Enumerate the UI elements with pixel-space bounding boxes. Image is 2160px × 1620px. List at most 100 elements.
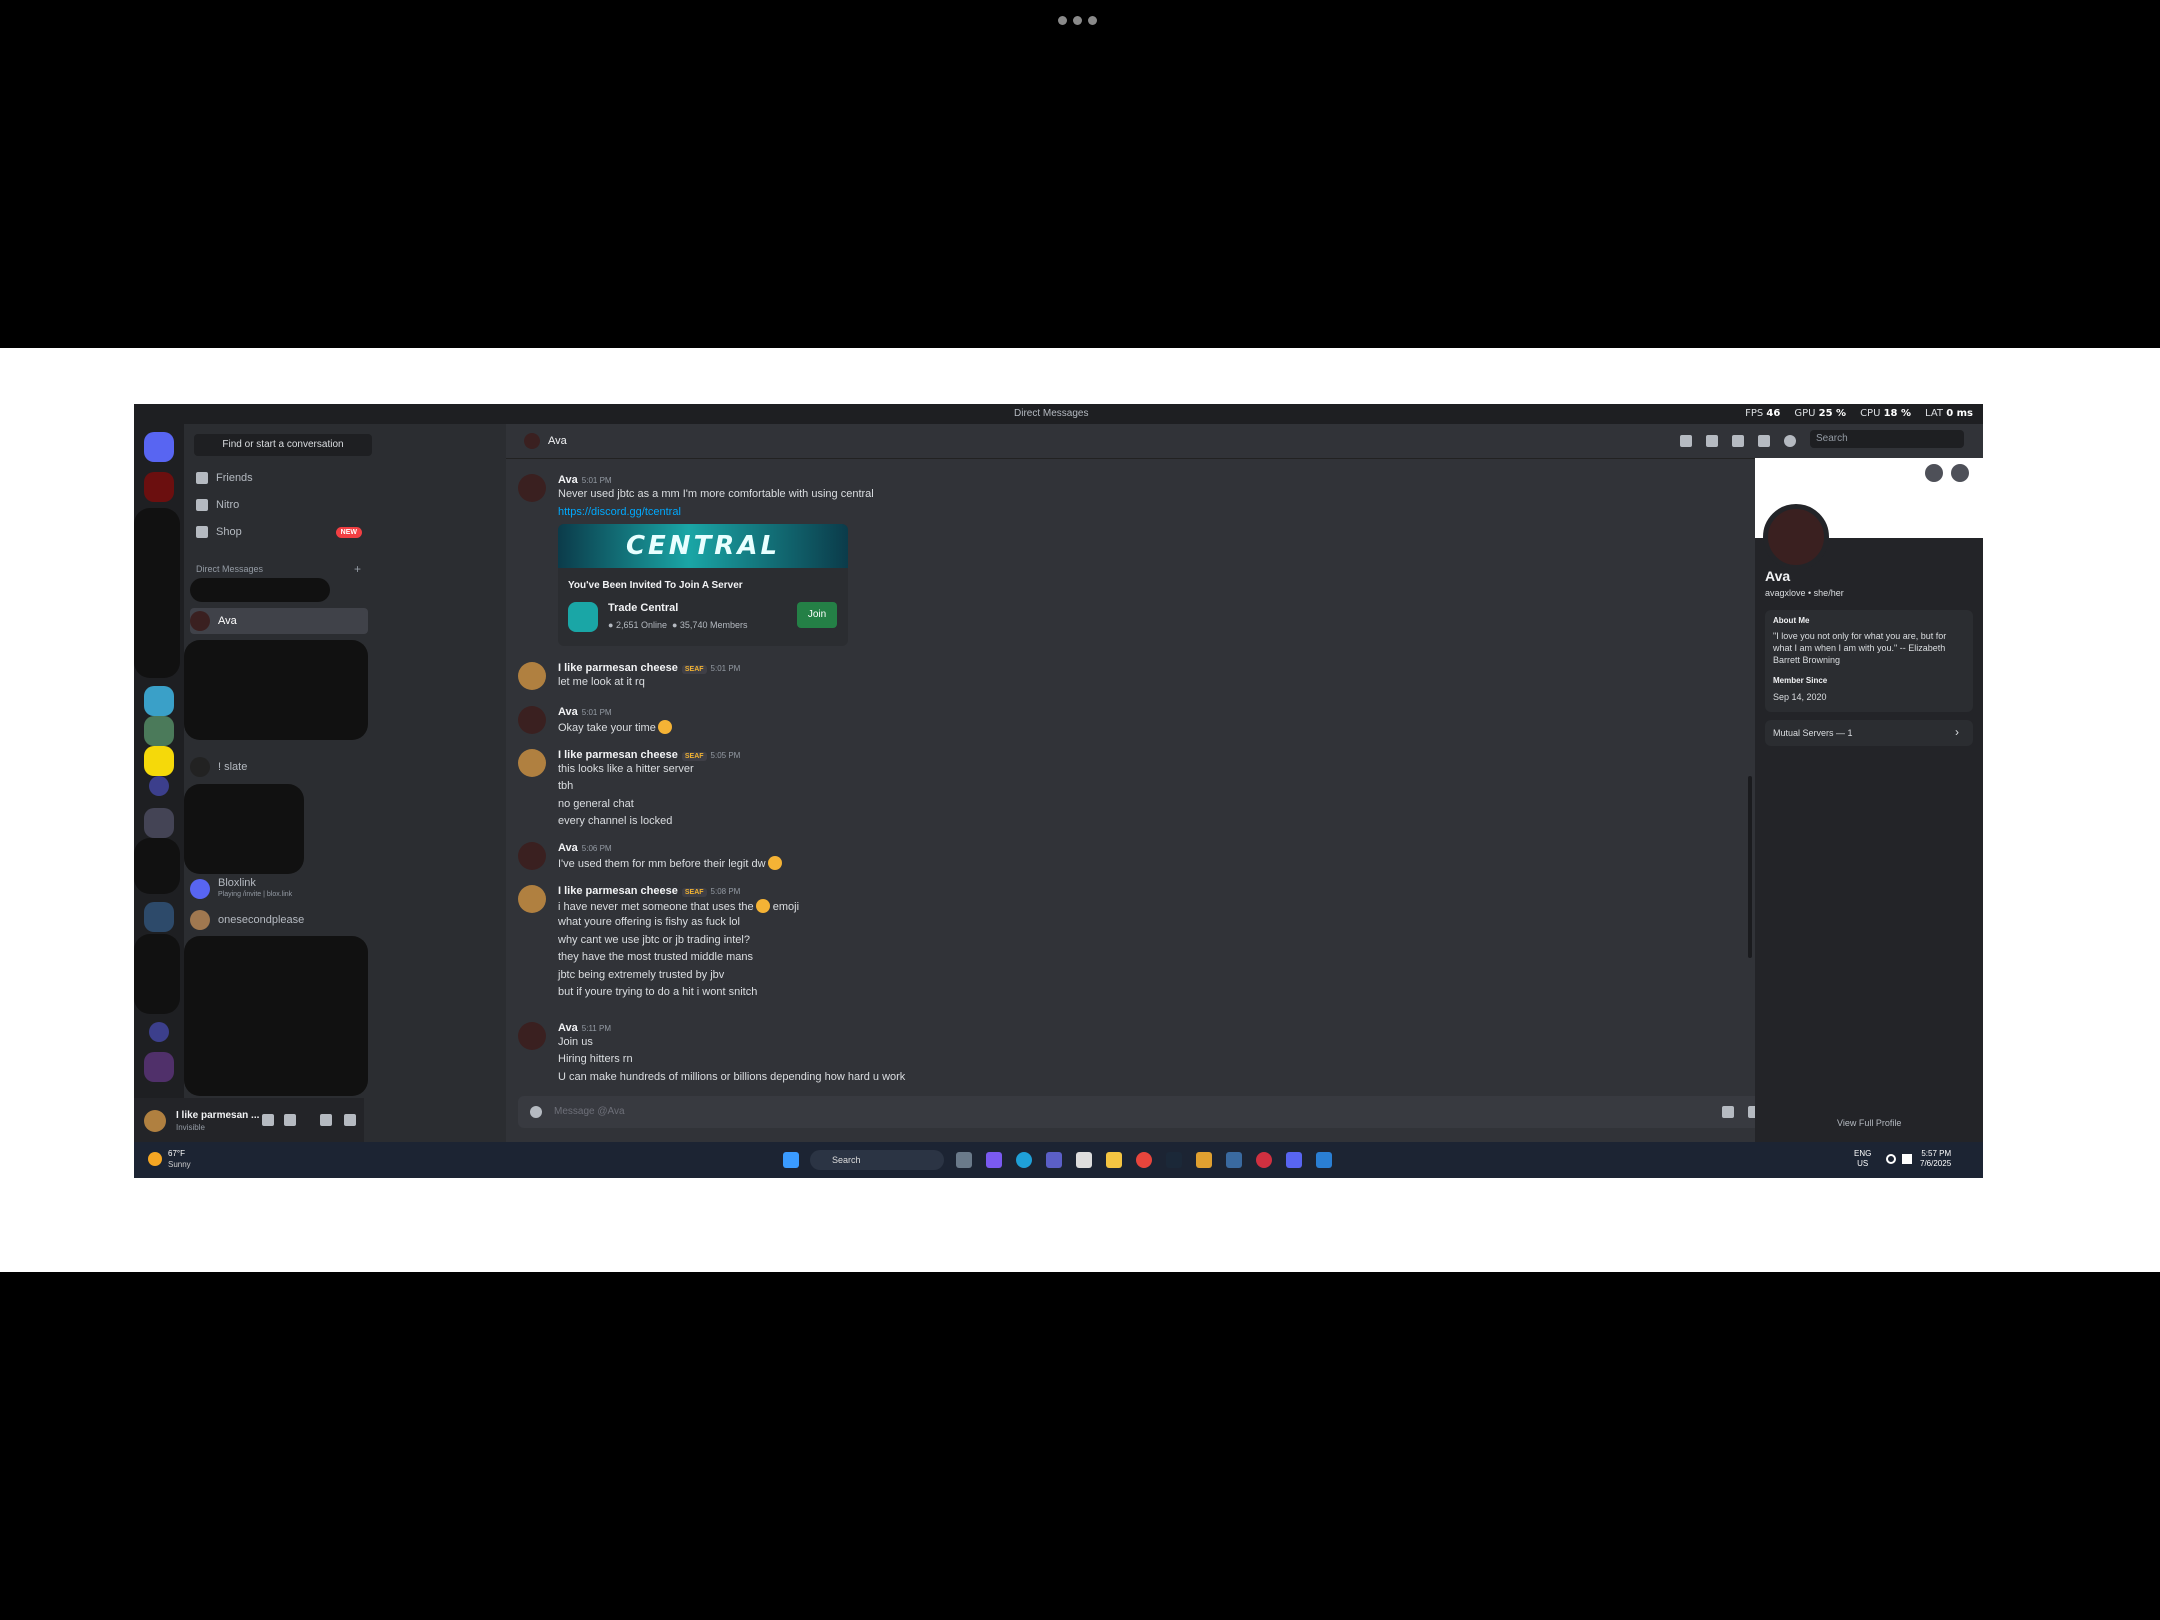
dm-item-ava[interactable]: Ava <box>190 608 368 634</box>
folder-icon[interactable] <box>149 1022 169 1042</box>
avatar <box>524 433 540 449</box>
task-view-icon[interactable] <box>956 1152 972 1168</box>
nitro-icon <box>196 499 208 511</box>
perf-overlay: FPS 46 GPU 25 % CPU 18 % LAT 0 ms <box>1745 408 1973 419</box>
message-input[interactable]: Message @Ava <box>554 1106 625 1117</box>
chat-title: Ava <box>548 435 567 447</box>
phone-call-icon[interactable] <box>1680 435 1692 447</box>
app-icon[interactable] <box>1226 1152 1242 1168</box>
avatar[interactable] <box>518 662 546 690</box>
server-icon[interactable] <box>144 1052 174 1082</box>
discord-home-icon[interactable] <box>144 432 174 462</box>
avatar <box>190 910 210 930</box>
nav-shop[interactable]: Shop NEW <box>196 521 362 543</box>
find-conversation-button[interactable]: Find or start a conversation <box>194 434 372 456</box>
avatar <box>190 757 210 777</box>
profile-panel: Ava avagxlove • she/her About Me "I love… <box>1755 458 1983 1142</box>
invite-card: CENTRAL You've Been Invited To Join A Se… <box>558 524 848 646</box>
nav-nitro[interactable]: Nitro <box>196 494 239 516</box>
folder-icon[interactable] <box>149 776 169 796</box>
volume-icon[interactable] <box>1902 1154 1912 1164</box>
server-icon[interactable] <box>144 716 174 746</box>
copilot-icon[interactable] <box>986 1152 1002 1168</box>
message-list: Ava 5:01 PM Never used jbtc as a mm I'm m… <box>506 464 1801 1089</box>
pin-icon[interactable] <box>1732 435 1744 447</box>
weather-icon[interactable] <box>148 1152 162 1166</box>
discord-window: Direct Messages FPS 46 GPU 25 % CPU 18 %… <box>134 404 1983 1178</box>
view-full-profile-link[interactable]: View Full Profile <box>1837 1118 1901 1128</box>
message-composer[interactable]: Message @Ava <box>518 1096 1884 1128</box>
start-icon[interactable] <box>783 1152 799 1168</box>
add-attachment-icon[interactable] <box>530 1106 542 1118</box>
app-icon[interactable] <box>1256 1152 1272 1168</box>
video-call-icon[interactable] <box>1706 435 1718 447</box>
dm-item-onesecondplease[interactable]: onesecondplease <box>190 907 368 933</box>
user-panel: I like parmesan ... Invisible <box>134 1098 364 1142</box>
dm-item-slate[interactable]: ! slate <box>190 754 368 780</box>
user-status: Invisible <box>176 1123 205 1132</box>
mail-icon[interactable] <box>1316 1152 1332 1168</box>
avatar[interactable] <box>518 474 546 502</box>
discord-icon[interactable] <box>1286 1152 1302 1168</box>
server-icon[interactable] <box>144 472 174 502</box>
language-indicator[interactable]: ENG US <box>1854 1149 1871 1169</box>
steam-icon[interactable] <box>1166 1152 1182 1168</box>
microphone-icon[interactable] <box>284 1114 296 1126</box>
app-icon[interactable] <box>1196 1152 1212 1168</box>
friends-icon <box>196 472 208 484</box>
wifi-icon[interactable] <box>1886 1154 1896 1164</box>
chrome-icon[interactable] <box>1136 1152 1152 1168</box>
server-icon[interactable] <box>144 902 174 932</box>
add-dm-icon[interactable]: + <box>354 562 361 576</box>
redacted-servers <box>134 934 180 1014</box>
calendar-icon[interactable] <box>1076 1152 1092 1168</box>
window-menu-dots[interactable] <box>1058 16 1097 25</box>
headphones-icon[interactable] <box>320 1114 332 1126</box>
avatar[interactable] <box>144 1110 166 1132</box>
server-icon[interactable] <box>144 686 174 716</box>
join-button[interactable]: Join <box>797 602 837 628</box>
dm-sidebar: Find or start a conversation Friends Nit… <box>184 424 506 1142</box>
message-scrollbar[interactable] <box>1748 776 1752 958</box>
invite-link[interactable]: https://discord.gg/tcentral <box>558 506 681 518</box>
avatar <box>190 611 210 631</box>
search-input[interactable]: Search <box>1810 430 1964 448</box>
profile-avatar[interactable] <box>1763 504 1829 570</box>
avatar[interactable] <box>518 1022 546 1050</box>
window-title: Direct Messages <box>1014 408 1089 419</box>
profile-toggle-icon[interactable] <box>1784 435 1796 447</box>
edge-icon[interactable] <box>1016 1152 1032 1168</box>
title-bar: Direct Messages FPS 46 GPU 25 % CPU 18 %… <box>134 404 1983 424</box>
profile-name: Ava <box>1765 568 1791 584</box>
chat-header: Ava <box>506 424 1801 459</box>
lock-icon[interactable] <box>1722 1106 1734 1118</box>
avatar[interactable] <box>518 749 546 777</box>
windows-taskbar: 67°F Sunny Search ENG US 5:57 PM 7/6/2025 <box>134 1142 1983 1178</box>
redacted-servers <box>134 508 180 678</box>
about-card: About Me "I love you not only for what y… <box>1765 610 1973 712</box>
shop-icon <box>196 526 208 538</box>
avatar[interactable] <box>518 885 546 913</box>
gear-icon[interactable] <box>344 1114 356 1126</box>
server-rail <box>134 424 184 1142</box>
nav-friends[interactable]: Friends <box>196 467 253 489</box>
smile-emoji-icon <box>657 720 672 734</box>
more-options-icon[interactable] <box>1951 464 1969 482</box>
avatar[interactable] <box>518 842 546 870</box>
dm-header: Direct Messages <box>196 564 264 574</box>
add-friend-icon[interactable] <box>1758 435 1770 447</box>
avatar <box>190 879 210 899</box>
teams-icon[interactable] <box>1046 1152 1062 1168</box>
controller-icon[interactable] <box>262 1114 274 1126</box>
avatar[interactable] <box>518 706 546 734</box>
server-icon[interactable] <box>144 746 174 776</box>
file-explorer-icon[interactable] <box>1106 1152 1122 1168</box>
add-friend-icon[interactable] <box>1925 464 1943 482</box>
dm-item-bloxlink[interactable]: Bloxlink Playing /invite | blox.link <box>190 874 368 904</box>
clock[interactable]: 5:57 PM 7/6/2025 <box>1920 1149 1951 1169</box>
redacted-dms <box>184 936 368 1096</box>
redacted-dms <box>184 640 368 740</box>
mutual-servers-button[interactable]: Mutual Servers — 1 › <box>1765 720 1973 746</box>
taskbar-search[interactable]: Search <box>810 1150 944 1170</box>
server-icon[interactable] <box>144 808 174 838</box>
